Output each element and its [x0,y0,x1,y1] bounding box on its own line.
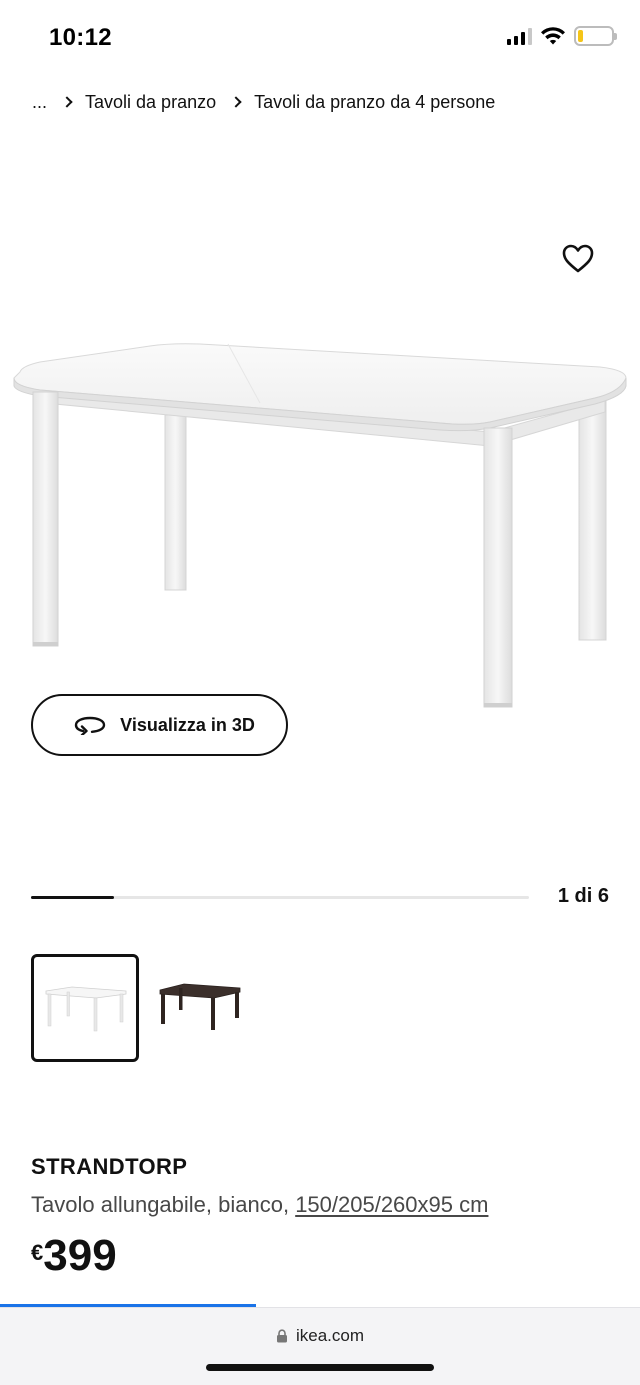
gallery-counter: 1 di 6 [557,885,609,907]
breadcrumb-tavoli-4-persone[interactable]: Tavoli da pranzo da 4 persone [254,92,495,113]
favorite-button[interactable] [558,240,598,276]
gallery-progress-fill [31,896,115,899]
white-table-thumbnail-image [45,986,127,1032]
product-description-text: Tavolo allungabile, bianco, [31,1192,296,1217]
url-text: ikea.com [295,1326,365,1345]
address-bar[interactable]: ikea.com [0,1326,640,1346]
thumbnail-black-brown-table[interactable] [148,954,256,1062]
heart-icon [562,244,594,273]
product-name: STRANDTORP [31,1154,188,1179]
rotate-3d-icon [74,716,106,735]
chevron-right-icon [61,95,73,108]
wifi-icon [541,26,565,44]
breadcrumb: ... Tavoli da pranzo Tavoli da pranzo da… [32,92,495,113]
browser-bottom-bar: ikea.com [0,1307,640,1385]
product-description: Tavolo allungabile, bianco, 150/205/260x… [31,1192,488,1218]
black-brown-table-thumbnail-image [159,983,241,1030]
product-dimensions-link[interactable]: 150/205/260x95 cm [295,1192,488,1217]
view-in-3d-button[interactable]: Visualizza in 3D [31,694,288,756]
signal-icon [507,27,532,45]
breadcrumb-ellipsis[interactable]: ... [32,92,47,113]
product-price: € 399 [31,1232,117,1280]
chevron-right-icon [230,95,242,108]
home-indicator[interactable] [206,1364,434,1371]
battery-level [578,30,583,42]
view-in-3d-label: Visualizza in 3D [120,714,255,735]
status-time: 10:12 [49,24,112,51]
breadcrumb-tavoli-da-pranzo[interactable]: Tavoli da pranzo [85,92,216,113]
gallery-progress-track [31,896,529,899]
lock-icon [276,1329,287,1343]
price-value: 399 [43,1231,117,1280]
white-table-image [13,343,627,708]
thumbnail-white-table[interactable] [31,954,139,1062]
battery-icon [574,26,617,46]
product-image[interactable] [0,200,640,720]
status-bar: 10:12 [0,0,640,76]
price-currency: € [31,1240,44,1265]
status-icons [507,26,617,46]
